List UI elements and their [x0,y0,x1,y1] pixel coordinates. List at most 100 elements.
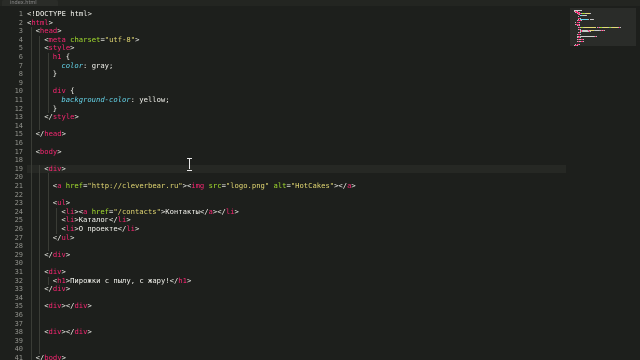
code-line[interactable]: color: gray; [27,60,566,71]
code-token: </ [35,129,45,139]
code-line[interactable]: </div> [27,284,566,294]
code-line[interactable]: <body> [27,146,566,157]
line-number: 40 [14,345,23,354]
code-line[interactable]: <div></div> [27,302,566,311]
code-token: О проекте [78,224,118,233]
code-token: > [87,327,92,337]
code-token: : [83,60,92,70]
line-number: 24 [14,207,23,216]
code-line[interactable]: </ul> [27,232,566,243]
code-line[interactable] [27,156,566,165]
line-number: 41 [14,354,23,360]
code-line[interactable]: <li>О проекте</li> [27,224,566,234]
code-token: charset [70,34,101,44]
indent-guide [47,173,49,251]
code-line[interactable] [27,191,566,200]
code-token: > [234,206,239,216]
code-token: ; [165,95,170,104]
minimap[interactable] [566,6,640,360]
code-area[interactable]: <!DOCTYPE html> <html> <head> <meta charset… [27,6,566,360]
code-token: div [48,327,62,337]
code-line[interactable] [27,139,566,148]
line-number: 16 [14,139,23,147]
code-token: ></ [212,206,226,216]
line-number: 14 [14,121,23,130]
line-number: 21 [14,182,23,190]
code-line[interactable] [27,337,566,346]
code-line[interactable] [27,311,566,320]
code-editor[interactable]: 1 2 3 4 5 6 7 8 9 10 11 12 13 14 15 16 17 18 19 20 21 22 23 24 2… [0,6,566,360]
code-line[interactable]: <a href="http://cleverbear.ru"><img src=… [27,181,566,191]
line-number: 19 [14,164,23,173]
code-token: </ [199,206,209,216]
line-number: 15 [14,130,23,139]
code-token: : [130,95,140,104]
code-token: ></ [334,181,348,190]
minimap-line [604,29,606,31]
line-number: 2 [18,18,23,27]
code-line[interactable]: </body> [27,353,566,360]
code-line[interactable] [27,242,566,251]
minimap-line [620,27,622,28]
code-token: h1 [178,275,187,285]
line-number: 8 [18,70,23,79]
code-token: </ [35,353,45,360]
indent-guide [39,164,41,354]
code-token: > [70,232,75,242]
line-number: 20 [14,173,23,182]
code-line[interactable]: </style> [27,112,566,122]
code-token: li [225,206,235,216]
code-line[interactable]: <meta charset="utf-8"> [27,34,566,45]
line-number: 9 [18,78,23,87]
line-number: 26 [14,225,23,233]
code-token: div [74,327,88,337]
code-token: head [44,129,62,139]
code-line[interactable]: <div> [27,163,566,174]
code-line[interactable]: </head> [27,130,566,139]
code-line[interactable]: </div> [27,250,566,260]
code-line[interactable] [27,320,566,329]
code-token: div [48,163,62,173]
code-line[interactable]: <div></div> [27,327,566,337]
code-line[interactable] [27,345,566,354]
line-number: 35 [14,302,23,311]
code-line[interactable]: } [27,69,566,79]
code-token: gray [91,60,109,70]
code-line[interactable] [27,122,566,131]
line-number: 34 [14,293,23,302]
code-token: div [74,301,88,311]
line-number: 5 [18,44,23,53]
code-line[interactable] [27,79,566,88]
code-line[interactable]: <h1>Пирожки с пылу, с жару!</h1> [27,275,566,286]
code-token: body [44,353,62,360]
indent-guide [56,207,58,234]
i-beam-cursor-icon [187,158,192,171]
code-token: div [48,301,62,311]
minimap-line [582,41,584,43]
code-token: style [52,112,75,122]
code-token: </ [117,224,127,233]
line-number: 7 [18,61,23,70]
minimap-line [582,38,584,40]
code-token: > [57,146,62,156]
code-line[interactable] [27,259,566,268]
line-number: 38 [14,328,23,337]
code-token: href [65,181,84,190]
indent-guide [47,53,49,114]
minimap-line [584,27,597,28]
code-token: </ [44,112,53,122]
code-line[interactable] [27,294,566,303]
code-line[interactable]: background-color: yellow; [27,95,566,105]
code-line[interactable]: <html> [27,18,566,28]
code-token: src [208,181,222,190]
code-token: </ [44,284,53,294]
code-token: alt [273,181,287,190]
line-number: 28 [14,242,23,251]
code-line[interactable]: <style> [27,44,566,53]
code-token: > [135,34,140,44]
code-token: > [74,112,79,122]
code-token: ul [61,232,71,242]
code-token: Контакты [165,206,200,216]
code-line[interactable]: } [27,104,566,114]
code-line[interactable]: <!DOCTYPE html> [27,9,566,19]
